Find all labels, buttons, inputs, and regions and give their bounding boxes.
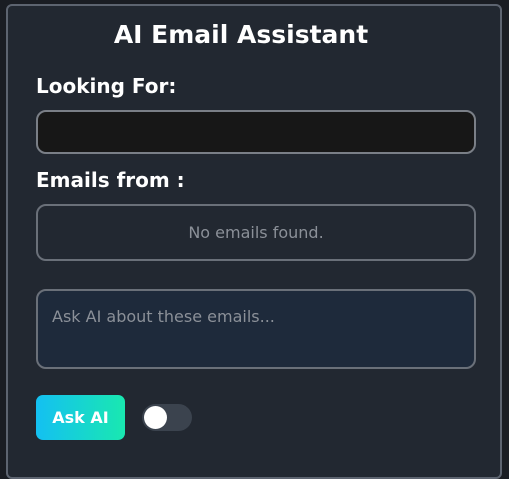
empty-state-text: No emails found.: [188, 223, 324, 242]
email-list: No emails found.: [36, 204, 476, 261]
mode-toggle[interactable]: [142, 404, 192, 431]
toggle-knob: [144, 406, 167, 429]
page-title: AI Email Assistant: [113, 20, 369, 49]
looking-for-input[interactable]: [36, 110, 476, 154]
looking-for-label: Looking For:: [36, 74, 177, 98]
ask-ai-textarea[interactable]: [36, 289, 476, 369]
assistant-panel: AI Email Assistant Looking For: Emails f…: [6, 4, 502, 479]
ask-ai-button[interactable]: Ask AI: [36, 395, 125, 440]
emails-from-label: Emails from :: [36, 168, 185, 192]
